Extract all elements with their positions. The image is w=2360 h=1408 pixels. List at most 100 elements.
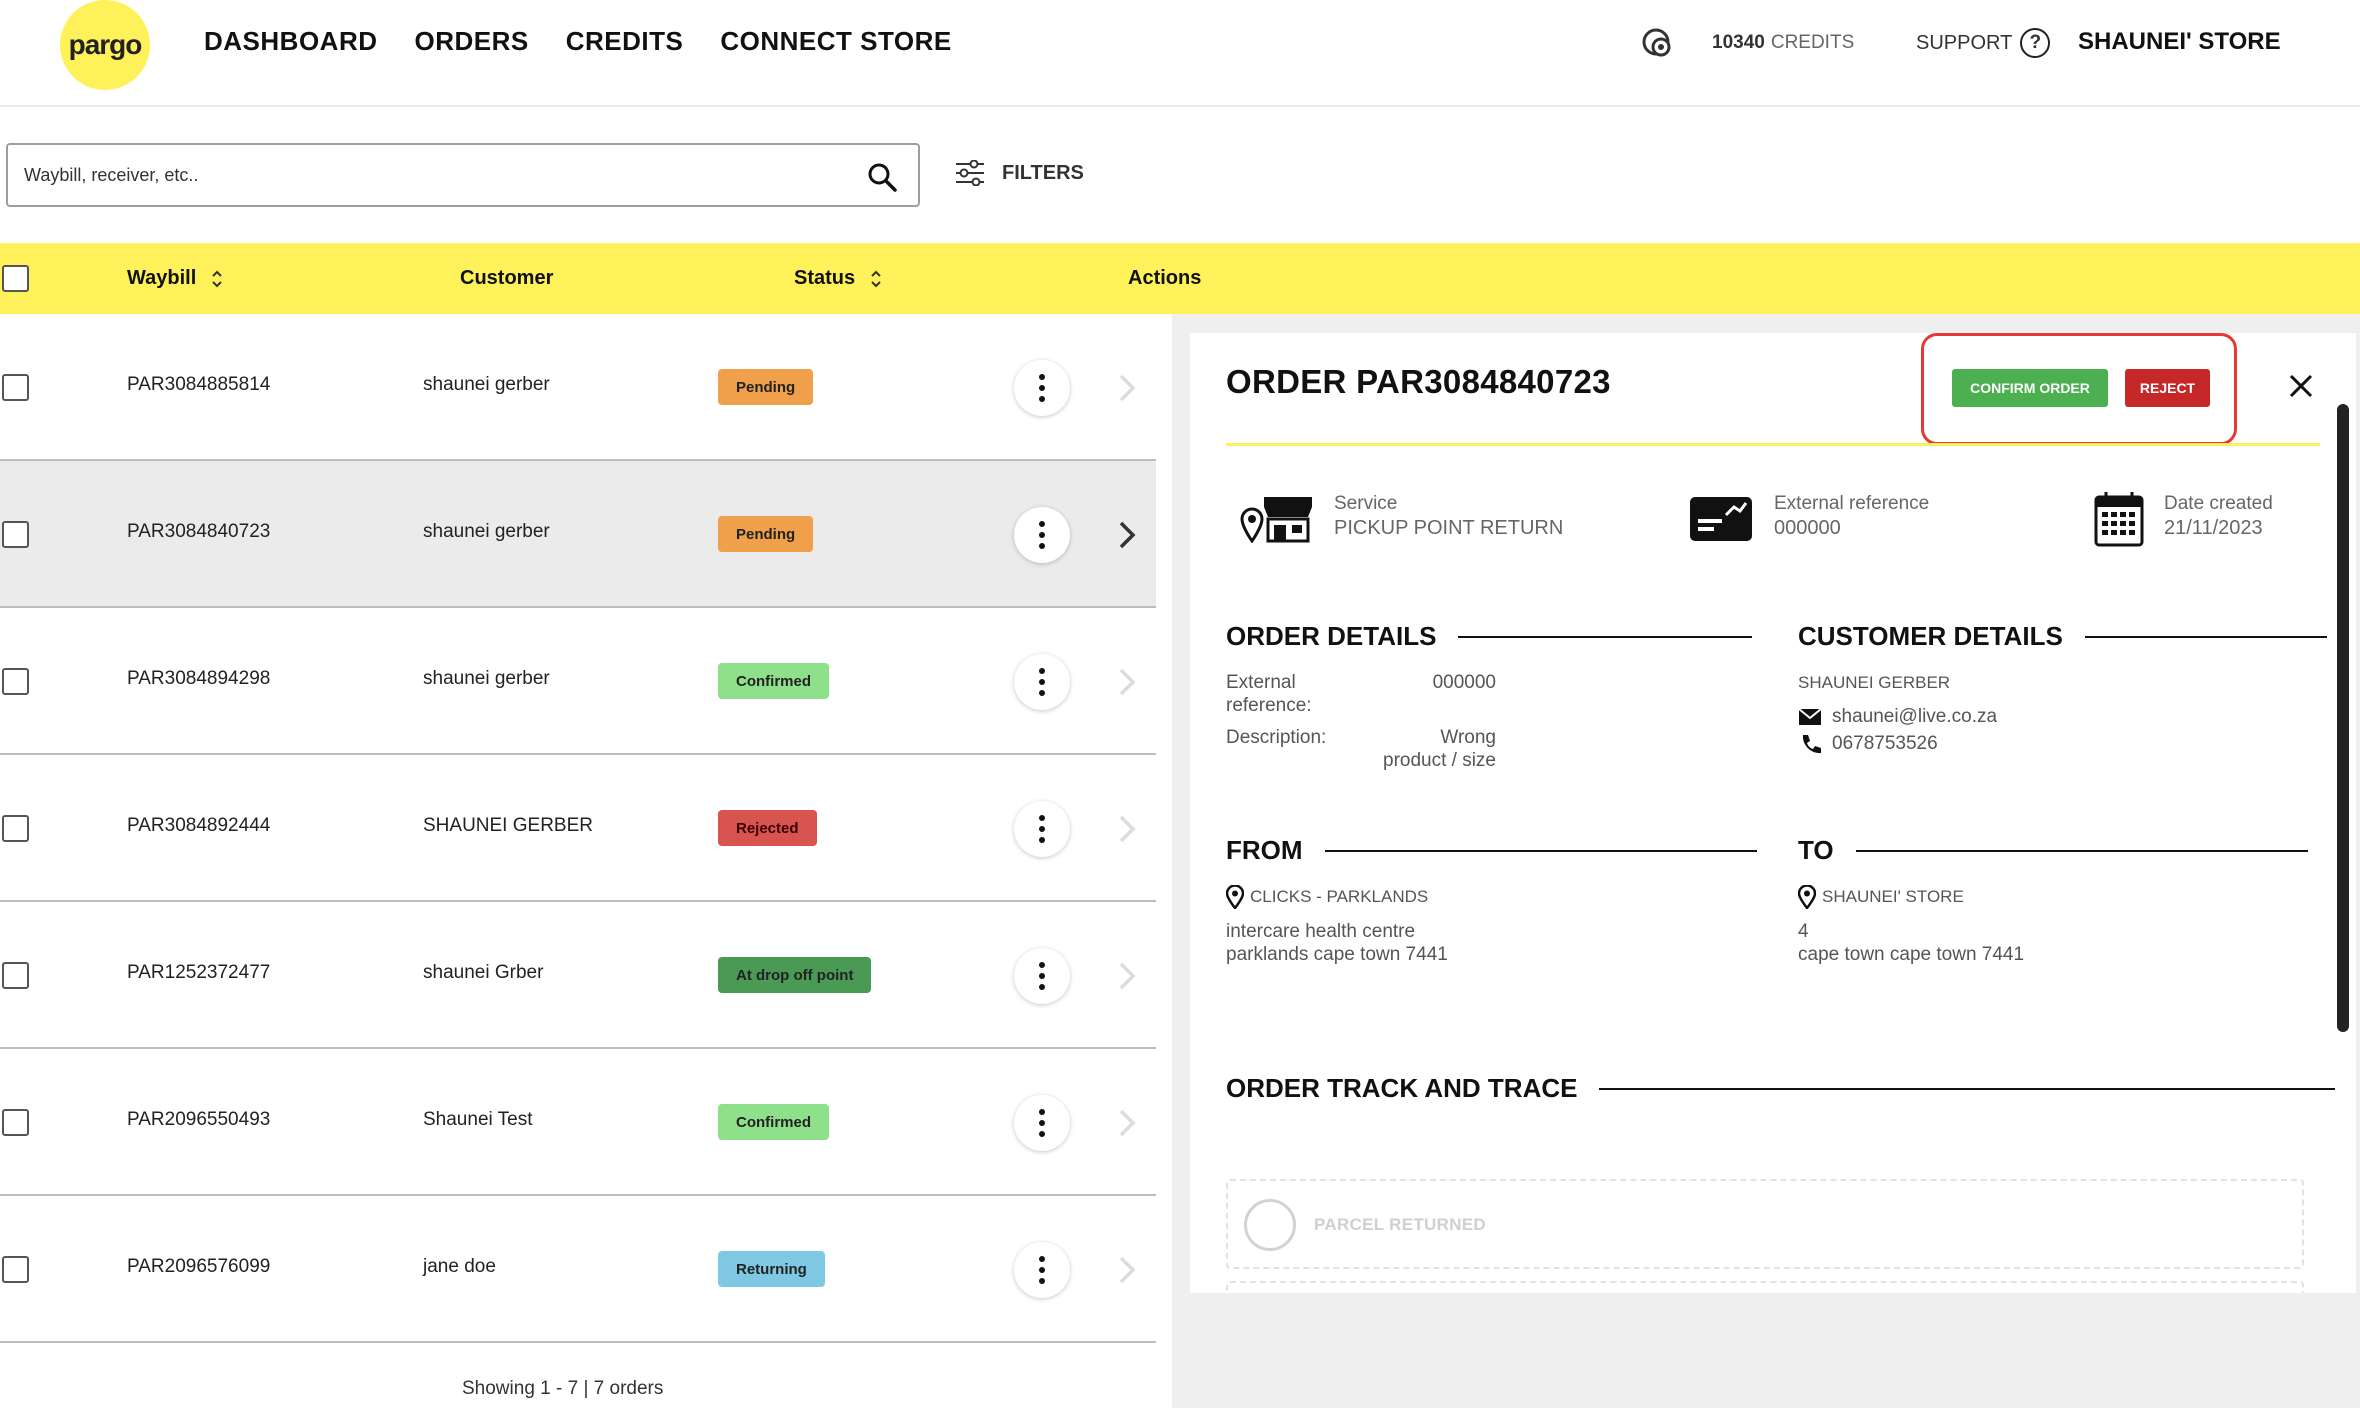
more-actions-button[interactable] [1014, 1095, 1070, 1151]
order-details-title: ORDER DETAILS [1226, 621, 1437, 651]
table-row[interactable]: PAR3084885814 shaunei gerber Pending [0, 314, 1156, 461]
to-location-label: SHAUNEI' STORE [1822, 887, 1964, 906]
row-checkbox[interactable] [2, 374, 29, 401]
more-actions-button[interactable] [1014, 360, 1070, 416]
service-value: PICKUP POINT RETURN [1334, 517, 1564, 539]
to-address: 4 cape town cape town 7441 [1798, 920, 2024, 966]
chevron-right-icon[interactable] [1112, 1105, 1142, 1141]
select-all-checkbox[interactable] [2, 265, 29, 292]
panel-scrollbar[interactable] [2337, 404, 2349, 1032]
external-reference-key-line-2: reference: [1226, 695, 1312, 716]
table-header: Waybill Customer Status Actions [0, 243, 2360, 314]
support-link[interactable]: SUPPORT ? [1916, 28, 2051, 58]
section-divider [1599, 1087, 2336, 1090]
table-row[interactable]: PAR2096550493 Shaunei Test Confirmed [0, 1049, 1156, 1196]
filters-button[interactable]: FILTERS [954, 160, 1084, 186]
to-location-name: SHAUNEI' STORE [1798, 885, 1964, 909]
table-row[interactable]: PAR3084894298 shaunei gerber Confirmed [0, 608, 1156, 755]
status-column-header[interactable]: Status [794, 267, 883, 290]
chevron-right-icon[interactable] [1112, 664, 1142, 700]
row-checkbox[interactable] [2, 1109, 29, 1136]
customer-cell: shaunei Grber [423, 962, 544, 983]
top-header: pargo DASHBOARD ORDERS CREDITS CONNECT S… [0, 0, 2360, 107]
row-checkbox[interactable] [2, 1256, 29, 1283]
credits-value: 10340 [1712, 32, 1765, 53]
search-box [6, 143, 920, 207]
chevron-right-icon[interactable] [1112, 811, 1142, 847]
external-reference-key: External reference: [1226, 671, 1312, 717]
waybill-cell: PAR3084894298 [127, 668, 271, 689]
nav-connect-store[interactable]: CONNECT STORE [720, 26, 951, 57]
to-heading: TO [1798, 835, 2308, 866]
table-row[interactable]: PAR2096576099 jane doe Returning [0, 1196, 1156, 1343]
reject-button[interactable]: REJECT [2125, 369, 2210, 407]
row-checkbox[interactable] [2, 521, 29, 548]
to-address-line-2: cape town cape town 7441 [1798, 944, 2025, 965]
date-created-info: Date created 21/11/2023 [2094, 491, 2273, 547]
search-input[interactable] [24, 159, 844, 191]
order-details-heading: ORDER DETAILS [1226, 621, 1753, 652]
from-location-name: CLICKS - PARKLANDS [1226, 885, 1428, 909]
table-row[interactable]: PAR3084892444 SHAUNEI GERBER Rejected [0, 755, 1156, 902]
chevron-right-icon[interactable] [1112, 517, 1142, 553]
more-actions-button[interactable] [1014, 654, 1070, 710]
customer-email[interactable]: shaunei@live.co.za [1832, 705, 1997, 728]
service-label: Service [1334, 493, 1398, 514]
waybill-cell: PAR2096550493 [127, 1109, 271, 1130]
sort-icon[interactable] [210, 268, 224, 290]
store-menu[interactable]: SHAUNEI' STORE [2078, 28, 2281, 56]
from-title: FROM [1226, 835, 1303, 865]
nav-dashboard[interactable]: DASHBOARD [204, 26, 378, 57]
external-reference-info: External reference 000000 [1688, 493, 1929, 543]
row-checkbox[interactable] [2, 962, 29, 989]
row-checkbox[interactable] [2, 815, 29, 842]
search-icon[interactable] [866, 161, 898, 193]
confirm-order-button[interactable]: CONFIRM ORDER [1952, 369, 2108, 407]
customer-phone[interactable]: 0678753526 [1832, 732, 1938, 755]
status-badge: Rejected [718, 810, 817, 846]
customer-cell: jane doe [423, 1256, 496, 1277]
chevron-right-icon[interactable] [1112, 1252, 1142, 1288]
table-row[interactable]: PAR1252372477 shaunei Grber At drop off … [0, 902, 1156, 1049]
sort-icon[interactable] [869, 268, 883, 290]
nav-credits[interactable]: CREDITS [566, 26, 684, 57]
pargo-logo[interactable]: pargo [60, 0, 150, 90]
nav-orders[interactable]: ORDERS [415, 26, 529, 57]
chevron-right-icon[interactable] [1112, 958, 1142, 994]
customer-name: SHAUNEI GERBER [1798, 673, 1951, 692]
status-badge: Pending [718, 369, 814, 405]
waybill-column-header[interactable]: Waybill [127, 267, 224, 290]
from-location-label: CLICKS - PARKLANDS [1250, 887, 1429, 906]
more-actions-button[interactable] [1014, 1242, 1070, 1298]
location-pin-icon [1798, 885, 1816, 909]
credits-coin-icon [1642, 28, 1671, 57]
from-address-line-2: parklands cape town 7441 [1226, 944, 1448, 965]
credits-balance: 10340 CREDITS [1712, 32, 1854, 54]
section-divider [1855, 849, 2308, 852]
more-actions-button[interactable] [1014, 948, 1070, 1004]
from-address-line-1: intercare health centre [1226, 921, 1416, 942]
external-reference-value: 000000 [1774, 517, 1841, 539]
close-icon[interactable] [2288, 373, 2314, 399]
more-actions-button[interactable] [1014, 801, 1070, 857]
date-created-value: 21/11/2023 [2164, 517, 2263, 539]
support-label: SUPPORT [1916, 31, 2013, 54]
filter-sliders-icon [956, 160, 984, 186]
status-badge: At drop off point [718, 957, 872, 993]
status-badge: Confirmed [718, 663, 829, 699]
external-reference-label: External reference [1774, 493, 1930, 514]
row-checkbox[interactable] [2, 668, 29, 695]
customer-cell: Shaunei Test [423, 1109, 533, 1130]
waybill-cell: PAR3084885814 [127, 374, 271, 395]
pagination-summary: Showing 1 - 7 | 7 orders [462, 1378, 664, 1399]
calendar-icon [2094, 492, 2144, 547]
customer-email-row: shaunei@live.co.za [1798, 705, 1997, 728]
section-divider [2084, 635, 2327, 638]
description-key: Description: [1226, 727, 1327, 748]
table-row[interactable]: PAR3084840723 shaunei gerber Pending [0, 461, 1156, 608]
customer-cell: shaunei gerber [423, 668, 550, 689]
chevron-right-icon[interactable] [1112, 370, 1142, 406]
customer-cell: shaunei gerber [423, 521, 550, 542]
more-actions-button[interactable] [1014, 507, 1070, 563]
description-value-line-2: product / size [1383, 750, 1496, 771]
